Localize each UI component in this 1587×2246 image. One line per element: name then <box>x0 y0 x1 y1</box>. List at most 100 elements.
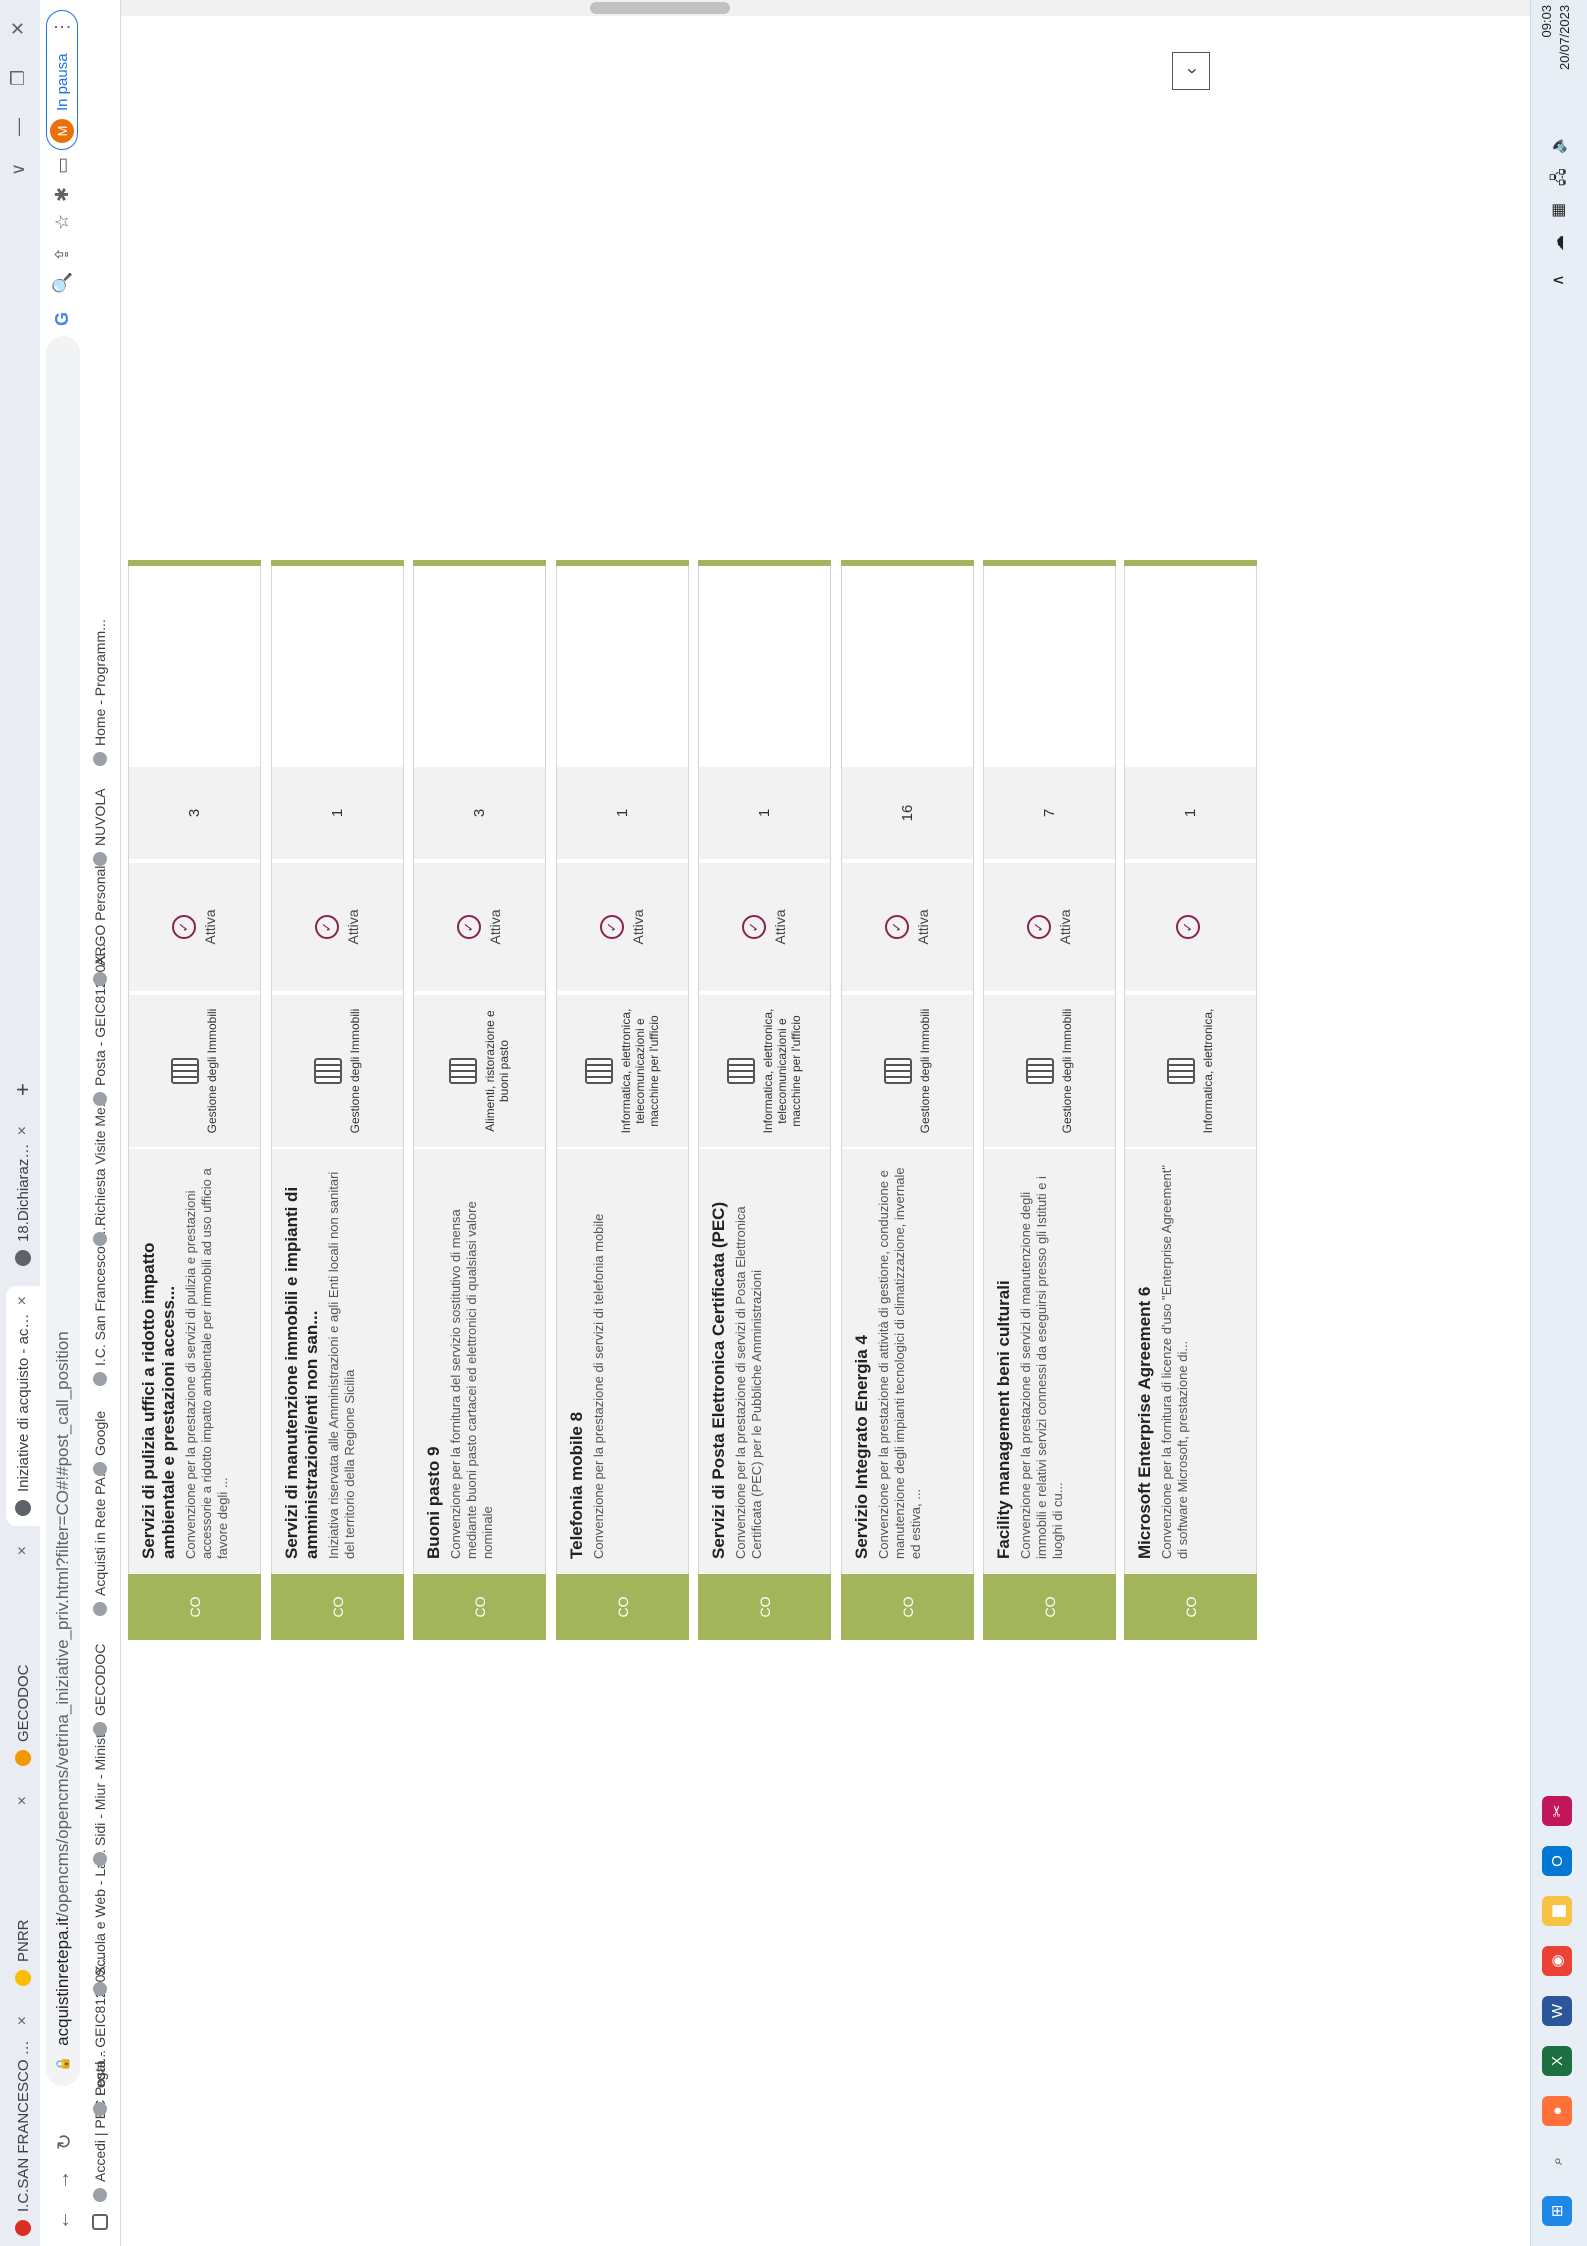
bookmark-favicon-icon <box>93 1982 107 1996</box>
initiative-description: Convenzione per la fornitura di licenze … <box>1159 1165 1190 1559</box>
favicon-icon <box>15 2220 31 2236</box>
tab-close-icon[interactable]: × <box>14 1296 32 1305</box>
tab-1[interactable]: I.C.SAN FRANCESCO DA PAOLA - × <box>6 2006 40 2246</box>
status-check-icon: ✓ <box>1026 915 1051 939</box>
file-explorer-icon[interactable]: ▆ <box>1542 1896 1572 1926</box>
tab-title: PNRR <box>14 1919 32 1962</box>
category-label: Gestione degli Immobili <box>917 1008 932 1134</box>
search-icon[interactable]: ⌕ <box>1542 2146 1572 2176</box>
forward-arrow-icon[interactable]: → <box>52 2170 75 2190</box>
initiative-title[interactable]: Telefonia mobile 8 <box>567 1163 587 1559</box>
bookmark-favicon-icon <box>93 1462 107 1476</box>
bookmark-label: ARGO Personale <box>92 857 108 966</box>
initiative-status: ✓ Attiva <box>557 863 688 991</box>
snipping-tool-icon[interactable]: ✂ <box>1542 1796 1572 1826</box>
tab-close-icon[interactable]: × <box>14 1546 32 1555</box>
bookmark-item[interactable]: Home - Programm... <box>92 619 108 766</box>
close-window-icon[interactable]: ✕ <box>8 21 29 36</box>
initiative-row[interactable]: CO Servizi di Posta Elettronica Certifica… <box>698 560 831 1640</box>
excel-icon[interactable]: X <box>1542 2046 1572 2076</box>
tab-close-icon[interactable]: × <box>14 1796 32 1805</box>
scrollbar-track[interactable] <box>121 0 1530 16</box>
tab-2[interactable]: PNRR × <box>6 1786 40 1996</box>
reload-icon[interactable]: ↻ <box>52 2133 77 2150</box>
initiative-description: Convenzione per la prestazione di serviz… <box>591 1213 606 1559</box>
tab-4[interactable]: Iniziative di acquisto - acquistinretepa… <box>6 1286 40 1526</box>
chrome-icon[interactable]: ◉ <box>1542 1946 1572 1976</box>
initiative-row[interactable]: CO Facility management beni culturali Conv… <box>983 560 1116 1640</box>
initiative-code: CO <box>128 1574 261 1640</box>
bookmark-item[interactable]: GECODOC <box>92 1644 108 1736</box>
initiative-title[interactable]: Servizio Integrato Energia 4 <box>852 1163 872 1559</box>
initiative-title[interactable]: Servizi di manutenzione immobili e impia… <box>282 1163 322 1559</box>
row-accent <box>698 560 831 566</box>
outlook-icon[interactable]: O <box>1542 1846 1572 1876</box>
row-accent <box>1124 560 1257 566</box>
tray-chevron-icon[interactable]: ∧ <box>1548 274 1568 286</box>
windows-start-icon[interactable]: ⊞ <box>1542 2196 1572 2226</box>
tab-title: GECODOC <box>14 1664 32 1742</box>
initiative-row[interactable]: CO Telefonia mobile 8 Convenzione per la p… <box>556 560 689 1640</box>
tab-close-icon[interactable]: × <box>14 2016 32 2025</box>
tab-3[interactable]: GECODOC × <box>6 1536 40 1776</box>
bookmark-item[interactable]: ARGO Personale <box>92 858 108 986</box>
tab-title: Iniziative di acquisto - acquistinretepa <box>14 1313 32 1492</box>
initiative-code: CO <box>841 1574 974 1640</box>
status-label: Attiva <box>629 909 646 945</box>
initiative-title[interactable]: Servizi di Posta Elettronica Certificata… <box>709 1163 729 1559</box>
address-bar[interactable]: 🔒 acquistinretepa.it/opencms/opencms/vet… <box>46 336 80 2086</box>
lots-count: 7 <box>984 767 1115 859</box>
collapse-panel-button[interactable]: ‹ <box>1172 52 1210 90</box>
initiative-info: Servizi di Posta Elettronica Certificata… <box>699 1149 830 1573</box>
onedrive-icon[interactable]: ☁ <box>1548 235 1568 251</box>
restore-icon[interactable]: ❐ <box>8 70 29 86</box>
initiative-title[interactable]: Microsoft Enterprise Agreement 6 <box>1135 1163 1155 1559</box>
initiative-row[interactable]: CO Servizi di pulizia uffici a ridotto im… <box>128 560 261 1640</box>
network-icon[interactable]: 🖧 <box>1548 168 1575 186</box>
bookmark-item[interactable]: NUVOLA <box>92 788 108 866</box>
bookmark-item[interactable]: Google <box>92 1411 108 1476</box>
word-icon[interactable]: W <box>1542 1996 1572 2026</box>
favicon-icon <box>15 1750 31 1766</box>
initiative-title[interactable]: Servizi di pulizia uffici a ridotto impa… <box>139 1163 179 1559</box>
initiative-description: Convenzione per la prestazione di serviz… <box>183 1168 230 1559</box>
share-icon[interactable]: ⇪ <box>52 247 73 262</box>
clock[interactable]: 09:03 20/07/2023 <box>1538 5 1574 70</box>
tab-close-icon[interactable]: × <box>14 1126 32 1135</box>
bookmark-favicon-icon <box>93 1722 107 1736</box>
bookmark-star-icon[interactable]: ☆ <box>52 214 73 230</box>
minimize-icon[interactable]: — <box>8 118 29 136</box>
bookmark-item[interactable]: I.C. San Francesco d... <box>92 1223 108 1386</box>
bookmark-item[interactable]: Richiesta Visite Me... <box>92 1096 108 1246</box>
tray-app-icon[interactable]: ▦ <box>1548 203 1568 218</box>
initiative-row[interactable]: CO Servizio Integrato Energia 4 Convenzion… <box>841 560 974 1640</box>
menu-dots-icon[interactable]: ⋮ <box>52 18 73 36</box>
clock-date: 20/07/2023 <box>1557 4 1572 70</box>
scrollbar-thumb[interactable] <box>590 2 730 14</box>
tab-search-chevron-icon[interactable]: ∨ <box>8 163 29 176</box>
bookmark-item[interactable]: Scuola e Web - La... <box>92 1849 108 1996</box>
back-arrow-icon[interactable]: ← <box>52 2210 75 2230</box>
initiative-category: Informatica, elettronica, telecomunicazi… <box>699 995 830 1147</box>
initiative-row[interactable]: CO Servizi di manutenzione immobili e imp… <box>271 560 404 1640</box>
firefox-icon[interactable]: ● <box>1542 2096 1572 2126</box>
category-label: Informatica, elettronica, telecomunicazi… <box>760 1008 803 1134</box>
volume-icon[interactable]: 🔈 <box>1548 134 1568 154</box>
row-accent <box>841 560 974 566</box>
initiative-row[interactable]: CO Buoni pasto 9 Convenzione per la fornit… <box>413 560 546 1640</box>
initiative-title[interactable]: Buoni pasto 9 <box>424 1163 444 1559</box>
extensions-icon[interactable]: ✱ <box>52 187 73 202</box>
row-accent <box>271 560 404 566</box>
new-tab-button[interactable]: + <box>6 1066 40 1106</box>
bookmark-item[interactable]: Sidi - Miur - Minist... <box>92 1722 108 1866</box>
zoom-icon[interactable]: 🔍 <box>52 272 73 294</box>
lots-count: 3 <box>129 767 260 859</box>
bookmarks-apps-icon[interactable] <box>92 2214 108 2230</box>
side-panel-icon[interactable]: ▭ <box>52 157 73 174</box>
initiative-title[interactable]: Facility management beni culturali <box>994 1163 1014 1559</box>
bookmark-item[interactable]: Acquisti in Rete PA... <box>92 1466 108 1616</box>
status-label: Attiva <box>914 909 931 945</box>
initiative-row[interactable]: CO Microsoft Enterprise Agreement 6 Conven… <box>1124 560 1257 1640</box>
google-icon[interactable]: G <box>52 312 73 326</box>
tab-5[interactable]: 18.Dichiarazione-assenza-conve × <box>6 1116 40 1276</box>
